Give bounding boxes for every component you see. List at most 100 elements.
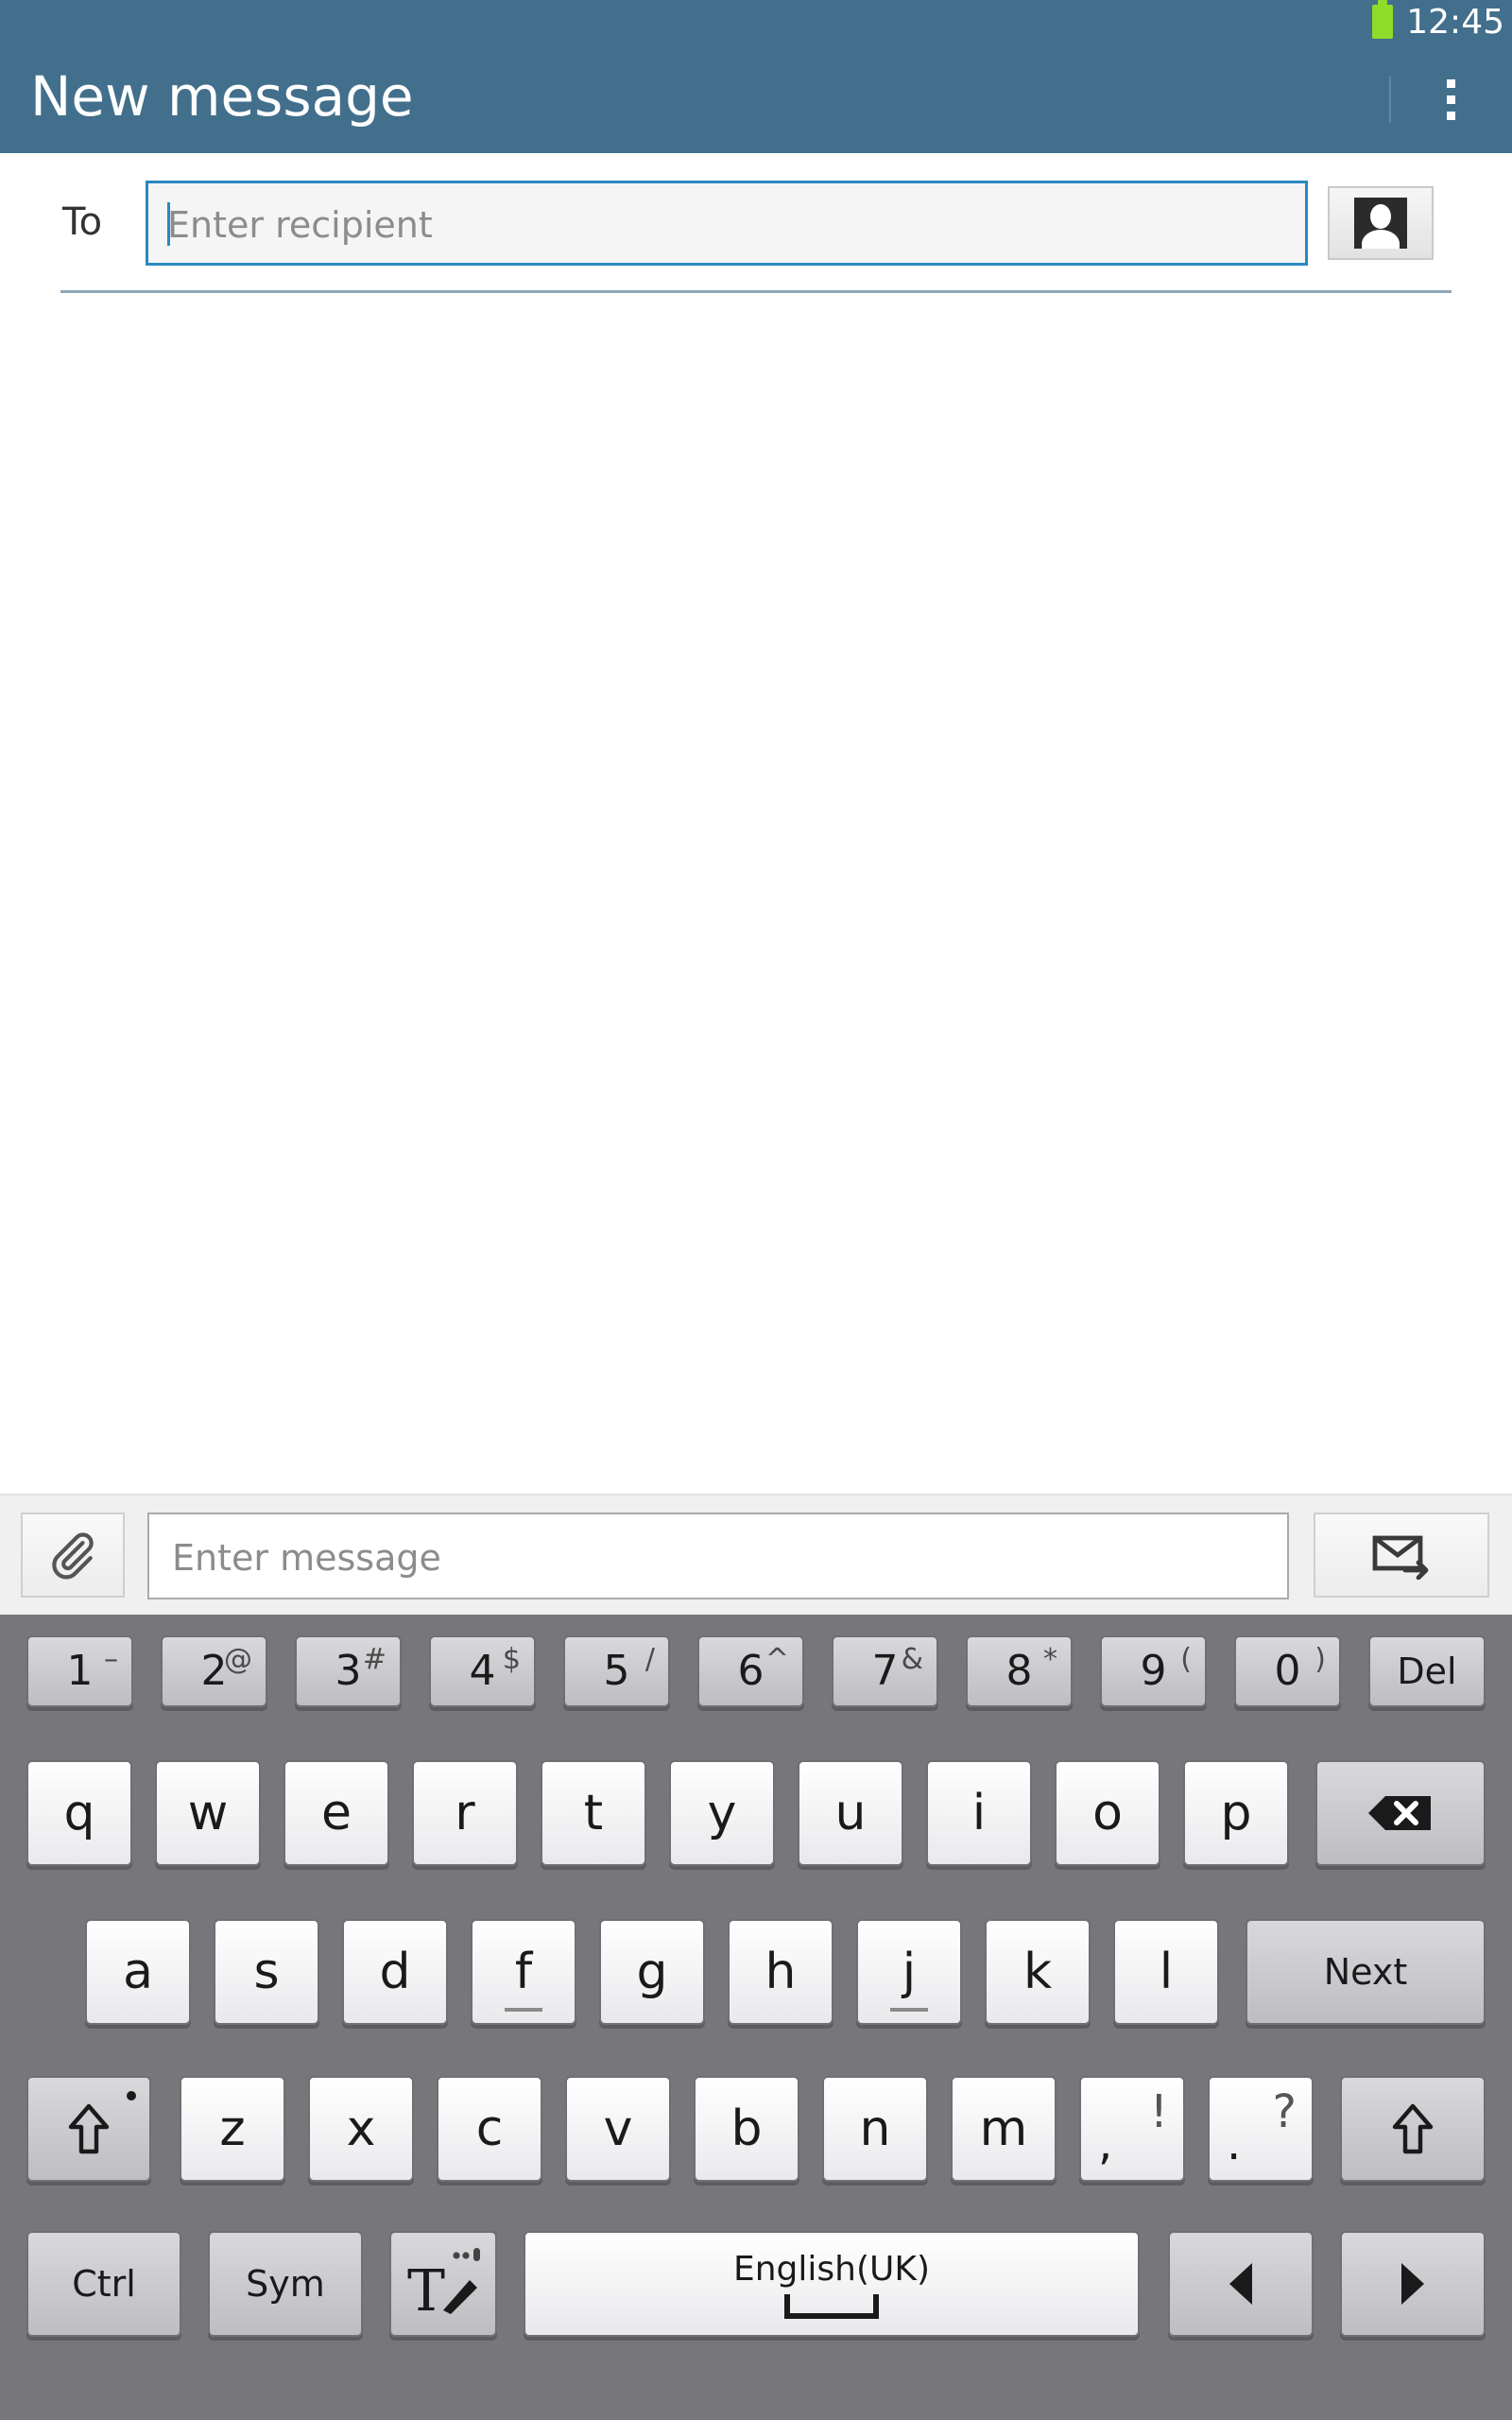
- shift-key-right[interactable]: [1340, 2076, 1486, 2182]
- key-label: m: [979, 2100, 1028, 2157]
- key-h[interactable]: h: [728, 1919, 833, 2025]
- key-sup: ^: [765, 1643, 789, 1676]
- message-input[interactable]: Enter message: [147, 1512, 1289, 1599]
- send-button[interactable]: [1314, 1512, 1489, 1598]
- key-2[interactable]: 2 @: [161, 1635, 267, 1707]
- key-label: r: [455, 1785, 475, 1841]
- key-0[interactable]: 0): [1234, 1635, 1341, 1707]
- home-key-marker: [505, 2008, 542, 2012]
- attach-button[interactable]: [21, 1512, 125, 1598]
- key-a[interactable]: a: [85, 1919, 191, 2025]
- key-label: o: [1092, 1785, 1123, 1841]
- key-period[interactable]: .?: [1208, 2076, 1314, 2182]
- key-sup: $: [502, 1643, 521, 1676]
- key-label: x: [346, 2100, 376, 2157]
- svg-text:T: T: [407, 2258, 445, 2322]
- key-7[interactable]: 7 &: [832, 1635, 938, 1707]
- key-j[interactable]: j: [856, 1919, 962, 2025]
- key-label: 1: [66, 1647, 94, 1695]
- key-t[interactable]: t: [541, 1760, 646, 1866]
- recipient-input[interactable]: Enter recipient: [146, 181, 1308, 266]
- key-b[interactable]: b: [694, 2076, 799, 2182]
- key-v[interactable]: v: [565, 2076, 671, 2182]
- key-sup: *: [1043, 1643, 1057, 1676]
- shift-key-left[interactable]: [26, 2076, 151, 2182]
- key-y[interactable]: y: [669, 1760, 775, 1866]
- input-options-key[interactable]: T: [389, 2231, 497, 2337]
- key-p[interactable]: p: [1183, 1760, 1289, 1866]
- key-z[interactable]: z: [180, 2076, 285, 2182]
- key-l[interactable]: l: [1113, 1919, 1219, 2025]
- key-6[interactable]: 6 ^: [697, 1635, 804, 1707]
- key-sup: @: [224, 1643, 252, 1676]
- arrow-right-icon: [1401, 2263, 1424, 2305]
- key-m[interactable]: m: [951, 2076, 1057, 2182]
- key-label: e: [321, 1785, 352, 1841]
- backspace-key[interactable]: [1315, 1760, 1486, 1866]
- key-label: j: [902, 1944, 917, 2000]
- overflow-menu-icon: [1446, 78, 1455, 88]
- key-9[interactable]: 9(: [1100, 1635, 1207, 1707]
- key-label: Del: [1397, 1651, 1457, 1692]
- app-bar-divider: [1389, 76, 1391, 123]
- key-label: l: [1159, 1944, 1174, 2000]
- key-u[interactable]: u: [798, 1760, 903, 1866]
- key-w[interactable]: w: [155, 1760, 261, 1866]
- text-caret: [167, 202, 170, 246]
- key-label: z: [219, 2100, 246, 2157]
- key-label: i: [971, 1785, 987, 1841]
- overflow-menu-button[interactable]: [1418, 66, 1484, 132]
- ctrl-key[interactable]: Ctrl: [26, 2231, 181, 2337]
- key-q[interactable]: q: [26, 1760, 132, 1866]
- status-bar: 12:45: [1372, 0, 1504, 43]
- key-label: 3: [335, 1647, 362, 1695]
- del-key[interactable]: Del: [1368, 1635, 1486, 1707]
- key-4[interactable]: 4 $: [429, 1635, 536, 1707]
- key-label: u: [834, 1785, 867, 1841]
- key-sup: –: [104, 1643, 118, 1676]
- space-key[interactable]: English(UK): [524, 2231, 1140, 2337]
- key-label: w: [187, 1785, 229, 1841]
- key-n[interactable]: n: [822, 2076, 928, 2182]
- key-i[interactable]: i: [926, 1760, 1032, 1866]
- shift-icon: [1392, 2103, 1434, 2154]
- key-c[interactable]: c: [437, 2076, 542, 2182]
- key-label: t: [583, 1785, 604, 1841]
- key-label: 4: [469, 1647, 496, 1695]
- key-label: 9: [1140, 1647, 1167, 1695]
- shift-icon: [68, 2103, 110, 2154]
- key-x[interactable]: x: [308, 2076, 414, 2182]
- key-f[interactable]: f: [471, 1919, 576, 2025]
- key-o[interactable]: o: [1055, 1760, 1160, 1866]
- contacts-button[interactable]: [1328, 186, 1434, 260]
- app-bar: 12:45 New message: [0, 0, 1512, 153]
- sym-key[interactable]: Sym: [208, 2231, 363, 2337]
- key-5[interactable]: 5/: [563, 1635, 670, 1707]
- key-label: y: [707, 1785, 737, 1841]
- keyboard-language-label: English(UK): [732, 2249, 931, 2289]
- key-label: Next: [1323, 1951, 1408, 1993]
- key-comma[interactable]: ,!: [1079, 2076, 1185, 2182]
- key-d[interactable]: d: [342, 1919, 448, 2025]
- key-3[interactable]: 3 #: [295, 1635, 402, 1707]
- key-k[interactable]: k: [985, 1919, 1091, 2025]
- key-s[interactable]: s: [214, 1919, 319, 2025]
- key-e[interactable]: e: [284, 1760, 389, 1866]
- key-r[interactable]: r: [412, 1760, 518, 1866]
- arrow-left-icon: [1229, 2263, 1252, 2305]
- next-key[interactable]: Next: [1246, 1919, 1486, 2025]
- key-label: Sym: [246, 2263, 325, 2305]
- key-g[interactable]: g: [599, 1919, 705, 2025]
- key-8[interactable]: 8 *: [966, 1635, 1073, 1707]
- key-label: 7: [871, 1647, 899, 1695]
- cursor-right-key[interactable]: [1340, 2231, 1486, 2337]
- key-sup: #: [362, 1643, 387, 1676]
- cursor-left-key[interactable]: [1168, 2231, 1314, 2337]
- overflow-menu-icon: [1446, 111, 1455, 120]
- key-label: f: [514, 1944, 533, 2000]
- key-1[interactable]: 1–: [26, 1635, 133, 1707]
- send-message-icon: [1372, 1535, 1429, 1580]
- key-label: 6: [737, 1647, 765, 1695]
- backspace-icon: [1368, 1796, 1431, 1830]
- key-label: p: [1220, 1785, 1252, 1841]
